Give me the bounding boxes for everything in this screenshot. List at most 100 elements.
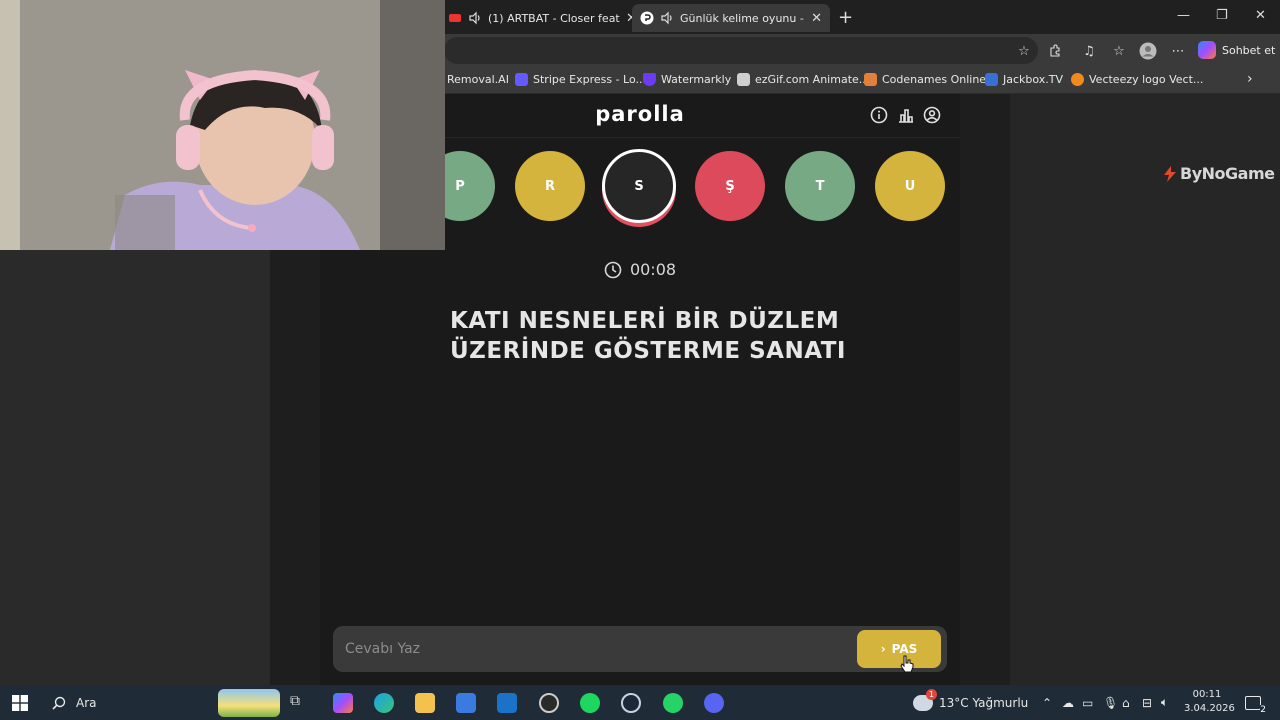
clock-time: 00:11 <box>1192 689 1222 700</box>
notifications-button[interactable]: 2 <box>1245 685 1266 720</box>
microsoft-store-icon[interactable] <box>456 693 476 713</box>
whatsapp-icon[interactable] <box>663 693 683 713</box>
more-options-icon[interactable]: ⋯ <box>1169 42 1187 60</box>
url-input[interactable] <box>444 37 1038 64</box>
letter-label: U <box>904 178 916 194</box>
letter-label: Ş <box>725 178 735 194</box>
chevron-right-icon[interactable]: › <box>1247 71 1253 87</box>
hand-cursor-icon <box>900 655 914 673</box>
bookmark-label: ezGif.com Animate... <box>755 73 870 86</box>
system-clock[interactable]: 00:11 3.04.2026 <box>1184 688 1235 716</box>
search-icon <box>52 696 66 710</box>
minimize-icon[interactable]: — <box>1177 8 1190 23</box>
weather-cloud-icon: 1 <box>913 688 937 711</box>
obs-icon[interactable] <box>539 693 559 713</box>
spotify-icon[interactable] <box>580 693 600 713</box>
discord-icon[interactable] <box>704 693 724 713</box>
chevron-up-icon[interactable]: ⌃ <box>1042 685 1052 720</box>
letter-label: T <box>815 178 825 194</box>
search-label: Ara <box>76 695 97 710</box>
weather-widget[interactable]: 1 13°C Yağmurlu <box>913 685 1028 720</box>
timer: 00:08 <box>320 260 960 279</box>
right-ad-panel: ByNoGame <box>1010 94 1280 685</box>
bookmark-ezgif[interactable]: ezGif.com Animate... <box>737 73 869 86</box>
bookmark-label: Codenames Online <box>882 73 987 86</box>
screen: (1) ARTBAT - Closer feat. Who ✕ Günlük k… <box>0 0 1280 720</box>
timer-value: 00:08 <box>629 260 677 279</box>
bookmark-label: Stripe Express - Lo... <box>533 73 646 86</box>
volume-icon[interactable]: 🔈︎ <box>1161 685 1168 720</box>
extensions-icon[interactable] <box>1046 42 1064 60</box>
answer-bar: › PAS <box>333 626 947 672</box>
weather-label: 13°C Yağmurlu <box>939 695 1029 710</box>
ezgif-icon <box>737 73 750 86</box>
clock-date: 3.04.2026 <box>1184 703 1235 714</box>
copilot-taskbar-icon[interactable] <box>333 693 353 713</box>
maximize-icon[interactable]: ❐ <box>1216 8 1228 23</box>
edge-icon[interactable] <box>374 693 394 713</box>
chevron-right-icon: › <box>880 642 886 656</box>
copilot-chat-button[interactable]: Sohbet et <box>1198 39 1275 61</box>
notification-count: 2 <box>1260 704 1266 715</box>
bynogame-ad[interactable]: ByNoGame <box>1163 164 1275 183</box>
favorite-star-icon[interactable]: ☆ <box>1015 42 1033 60</box>
bookmark-stripe-express[interactable]: Stripe Express - Lo... <box>515 73 646 86</box>
favorites-icon[interactable]: ☆ <box>1110 42 1128 60</box>
stats-icon[interactable] <box>897 106 915 124</box>
letter-label: P <box>455 178 465 194</box>
mail-icon[interactable] <box>497 693 517 713</box>
battery-icon[interactable]: ▭ <box>1082 685 1093 720</box>
media-control-icon[interactable]: ♫ <box>1080 42 1098 60</box>
clock-icon <box>604 261 622 278</box>
info-icon[interactable] <box>870 106 888 124</box>
watermarkly-icon <box>643 73 656 86</box>
steam-icon[interactable] <box>621 693 641 713</box>
bookmark-label: Vecteezy logo Vect... <box>1089 73 1204 86</box>
file-explorer-icon[interactable] <box>415 693 435 713</box>
letter-circle-current: S <box>602 149 676 223</box>
user-icon[interactable] <box>923 106 941 124</box>
task-view-icon[interactable]: ⧉ <box>290 693 310 713</box>
vecteezy-icon <box>1071 73 1084 86</box>
speaker-icon[interactable] <box>468 11 482 25</box>
bookmark-label: Jackbox.TV <box>1003 73 1064 86</box>
windows-start-icon[interactable] <box>12 695 28 711</box>
tab-artbat[interactable]: (1) ARTBAT - Closer feat. Who ✕ <box>440 4 645 32</box>
window-close-icon[interactable]: ✕ <box>1255 8 1266 23</box>
bookmark-watermarkly[interactable]: Watermarkly <box>643 73 731 86</box>
pass-button[interactable]: › PAS <box>857 630 941 668</box>
answer-input[interactable] <box>345 637 835 661</box>
onedrive-icon[interactable]: ☁ <box>1062 685 1074 720</box>
bookmark-codenames[interactable]: Codenames Online <box>864 73 986 86</box>
bookmark-label: Watermarkly <box>661 73 732 86</box>
close-icon[interactable]: ✕ <box>811 11 822 26</box>
bookmark-jackbox[interactable]: Jackbox.TV <box>985 73 1063 86</box>
webcam-person-image <box>0 0 445 250</box>
letter-label: S <box>634 178 644 194</box>
letter-circle: R <box>515 151 585 221</box>
windows-taskbar: Ara ⧉ 1 13°C Yağmurlu ⌃ ☁ ▭ 🎙︎ ⌂ ⊟ 🔈︎ 00… <box>0 685 1280 720</box>
right-gutter <box>960 94 1010 685</box>
notification-icon: 2 <box>1245 695 1266 715</box>
letter-circle: Ş <box>695 151 765 221</box>
taskbar-search[interactable]: Ara <box>44 688 280 717</box>
new-tab-icon[interactable]: + <box>838 7 853 28</box>
bookmark-removal-ai[interactable]: Removal.AI <box>447 73 509 86</box>
copilot-icon <box>1198 41 1216 59</box>
profile-icon[interactable] <box>1139 42 1157 60</box>
speaker-icon[interactable] <box>660 11 674 25</box>
pass-label: PAS <box>891 642 918 656</box>
webcam-overlay <box>0 0 445 250</box>
tab-parolla[interactable]: Günlük kelime oyunu - parolla ✕ <box>632 4 830 32</box>
bynogame-label: ByNoGame <box>1180 164 1275 183</box>
search-highlight-image <box>218 688 280 717</box>
youtube-icon <box>448 11 462 25</box>
bookmark-vecteezy[interactable]: Vecteezy logo Vect... <box>1071 73 1203 86</box>
codenames-icon <box>864 73 877 86</box>
microphone-icon[interactable]: 🎙︎ <box>1103 685 1118 720</box>
display-icon[interactable]: ⌂ <box>1122 685 1130 720</box>
letter-label: R <box>544 178 555 194</box>
network-icon[interactable]: ⊟ <box>1142 685 1152 720</box>
weather-badge: 1 <box>926 688 937 700</box>
bookmark-label: Removal.AI <box>447 73 509 86</box>
